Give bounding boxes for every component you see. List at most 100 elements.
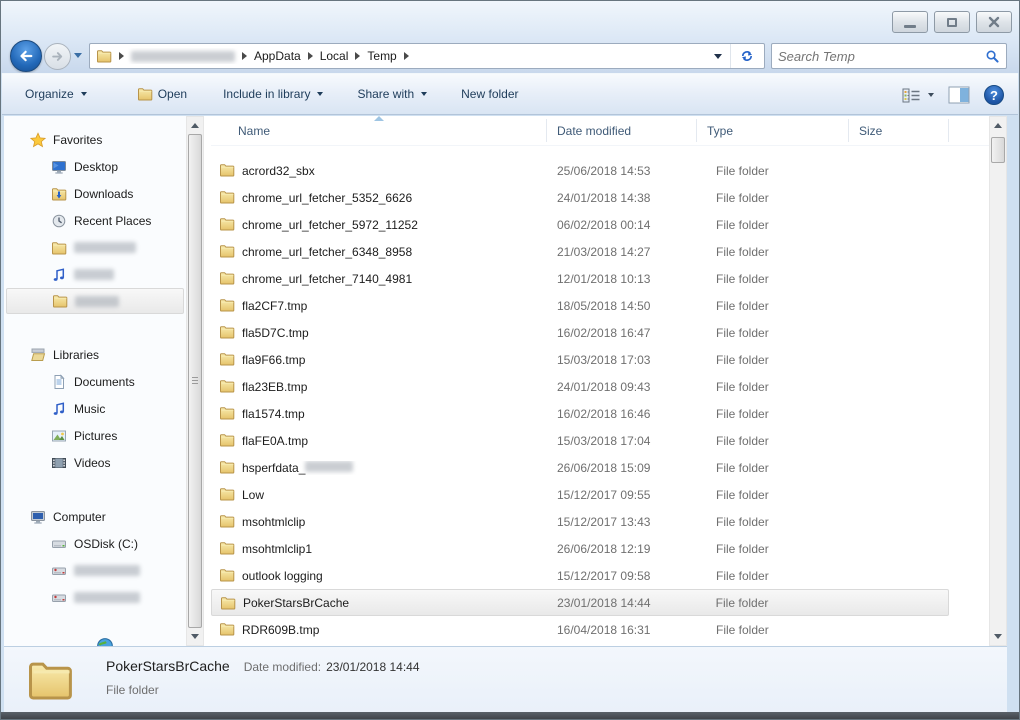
file-type: File folder [697,191,849,205]
sidebar-item[interactable] [6,288,184,314]
file-row[interactable]: RDR609B.tmp 16/04/2018 16:31 File folder [211,616,949,643]
file-row[interactable]: chrome_url_fetcher_5972_11252 06/02/2018… [211,211,949,238]
preview-pane-button[interactable] [948,86,970,104]
search-icon[interactable] [985,49,1000,64]
file-row[interactable]: msohtmlclip 15/12/2017 13:43 File folder [211,508,949,535]
file-row[interactable]: chrome_url_fetcher_6348_8958 21/03/2018 … [211,238,949,265]
file-name: msohtmlclip1 [211,542,547,556]
file-row[interactable]: msohtmlclip1 26/06/2018 12:19 File folde… [211,535,949,562]
file-type: File folder [697,380,849,394]
sidebar-scrollbar[interactable] [186,116,204,646]
address-dropdown-icon[interactable] [714,54,722,59]
refresh-icon [739,48,755,64]
file-row[interactable]: acrord32_sbx 25/06/2018 14:53 File folde… [211,157,949,184]
list-scrollbar-thumb[interactable] [991,137,1005,163]
window-controls [892,11,1012,33]
new-folder-button[interactable]: New folder [452,81,527,107]
scroll-down-icon[interactable] [990,628,1006,645]
sidebar-item-icon [51,186,67,202]
file-row[interactable]: fla5D7C.tmp 16/02/2018 16:47 File folder [211,319,949,346]
scroll-down-icon[interactable] [187,628,203,645]
folder-icon [219,378,235,394]
file-row[interactable]: fla23EB.tmp 24/01/2018 09:43 File folder [211,373,949,400]
breadcrumb-segment[interactable]: Temp [367,49,396,63]
file-row[interactable]: chrome_url_fetcher_7140_4981 12/01/2018 … [211,265,949,292]
scroll-up-icon[interactable] [990,117,1006,134]
sidebar-item-icon [51,213,67,229]
window-bottom-border [1,712,1019,719]
share-with-button[interactable]: Share with [348,81,436,107]
breadcrumb-user-redacted[interactable] [131,51,235,62]
sidebar-section-label: Computer [53,510,106,524]
sidebar-item[interactable]: Downloads [6,180,184,207]
minimize-icon [904,25,916,28]
maximize-button[interactable] [934,11,970,33]
file-type: File folder [697,218,849,232]
organize-button[interactable]: Organize [16,81,96,107]
open-button[interactable]: Open [128,80,196,108]
sidebar-item-label: Documents [74,375,135,389]
column-header-type[interactable]: Type [697,116,849,145]
selected-item-name: PokerStarsBrCache [106,658,230,674]
sidebar-item[interactable] [6,557,184,584]
sidebar-item[interactable]: Desktop [6,153,184,180]
file-name: chrome_url_fetcher_5972_11252 [211,218,547,232]
file-row[interactable]: outlook logging 15/12/2017 09:58 File fo… [211,562,949,589]
sidebar-item[interactable]: OSDisk (C:) [6,530,184,557]
file-name: fla9F66.tmp [211,353,547,367]
breadcrumb-separator-icon [308,52,313,60]
refresh-button[interactable] [730,44,762,68]
breadcrumb-segment[interactable]: AppData [254,49,301,63]
search-box[interactable] [771,43,1007,69]
file-name: fla2CF7.tmp [211,299,547,313]
include-in-library-button[interactable]: Include in library [214,81,332,107]
column-header-name[interactable]: Name [211,116,547,145]
sidebar-section-icon [30,347,46,363]
sidebar-item[interactable] [6,584,184,611]
file-row[interactable]: Low 15/12/2017 09:55 File folder [211,481,949,508]
selected-folder-icon [26,656,74,704]
file-row[interactable]: PokerStarsBrCache 23/01/2018 14:44 File … [211,589,949,616]
help-button[interactable]: ? [984,85,1004,105]
sidebar-item[interactable]: Videos [6,449,184,476]
file-rows: acrord32_sbx 25/06/2018 14:53 File folde… [211,146,989,643]
file-row[interactable]: fla1574.tmp 16/02/2018 16:46 File folder [211,400,949,427]
breadcrumb-segment[interactable]: Local [320,49,349,63]
minimize-button[interactable] [892,11,928,33]
sidebar-section-header[interactable]: Favorites [6,126,184,153]
sidebar-item[interactable]: Documents [6,368,184,395]
forward-button[interactable] [44,43,71,70]
list-scrollbar[interactable] [989,116,1007,646]
network-icon[interactable] [96,637,114,646]
sidebar-section-header[interactable]: Libraries [6,341,184,368]
search-input[interactable] [778,49,985,64]
address-bar[interactable]: AppData Local Temp [89,43,765,69]
sidebar-item-label: OSDisk (C:) [74,537,138,551]
file-row[interactable]: flaFE0A.tmp 15/03/2018 17:04 File folder [211,427,949,454]
date-modified-label: Date modified: [244,660,321,674]
sidebar-section-header[interactable]: Computer [6,503,184,530]
file-row[interactable]: fla2CF7.tmp 18/05/2018 14:50 File folder [211,292,949,319]
views-button[interactable] [902,88,934,103]
back-button[interactable] [10,40,42,72]
file-row[interactable]: chrome_url_fetcher_5352_6626 24/01/2018 … [211,184,949,211]
column-header-date-modified[interactable]: Date modified [547,116,697,145]
sidebar-item[interactable]: Music [6,395,184,422]
chevron-down-icon [421,92,427,96]
new-folder-label: New folder [461,87,518,101]
back-arrow-icon [17,47,35,65]
file-row[interactable]: fla9F66.tmp 15/03/2018 17:03 File folder [211,346,949,373]
file-type: File folder [697,245,849,259]
recent-pages-dropdown[interactable] [74,53,82,58]
sidebar-scrollbar-thumb[interactable] [188,134,202,628]
sidebar-item[interactable] [6,234,184,261]
folder-icon [219,216,235,232]
file-date-modified: 24/01/2018 09:43 [547,380,697,394]
column-header-size[interactable]: Size [849,116,949,145]
file-row[interactable]: hsperfdata_ 26/06/2018 15:09 File folder [211,454,949,481]
close-button[interactable] [976,11,1012,33]
sidebar-item[interactable] [6,261,184,288]
scroll-up-icon[interactable] [187,117,203,134]
sidebar-item[interactable]: Recent Places [6,207,184,234]
sidebar-item[interactable]: Pictures [6,422,184,449]
